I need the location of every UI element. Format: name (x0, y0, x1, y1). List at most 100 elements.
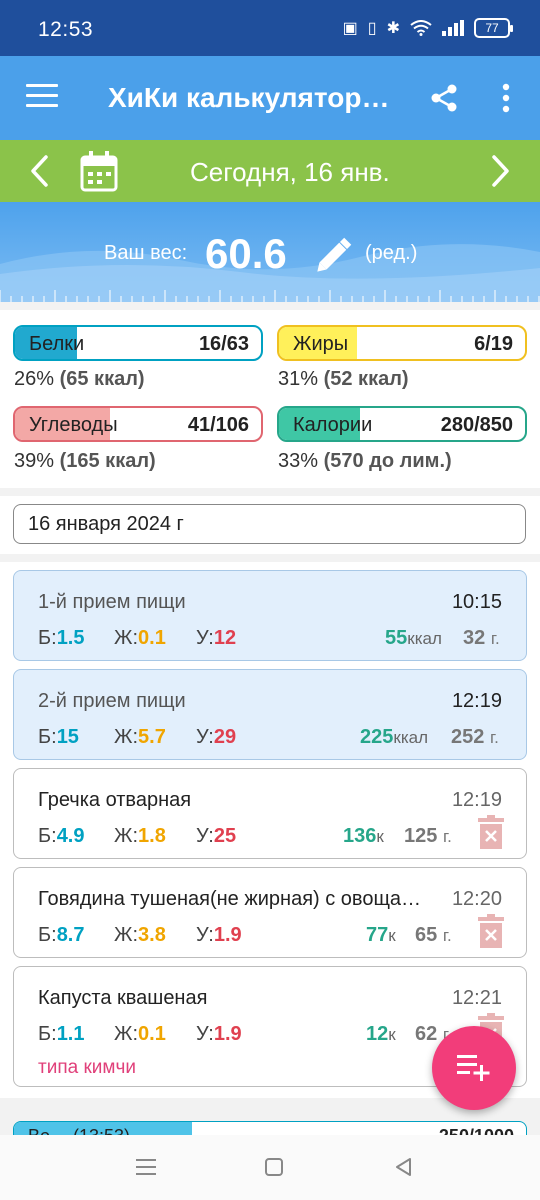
kcal-unit: к (388, 926, 396, 945)
fat-value: 0.1 (138, 1023, 166, 1045)
grams-value: 62 (415, 1023, 438, 1045)
grams-value: 65 (415, 924, 438, 946)
weight-value: 60.6 (205, 230, 287, 277)
entry-kcal: 12к (366, 1023, 396, 1046)
playlist-add-icon (457, 1055, 490, 1081)
nfc-icon: ▣ (342, 20, 358, 37)
battery-level: 77 (485, 21, 499, 35)
fat-label: Ж: (114, 726, 139, 748)
carbs-label: У: (196, 924, 214, 946)
next-day-icon[interactable] (482, 152, 518, 190)
calories-count: 280/850 (440, 414, 513, 436)
status-bar: 12:53 ▣ ▯ ✱ 77 (0, 0, 540, 56)
calories-progress[interactable]: Калории 280/850 (277, 406, 527, 442)
next-meal-label: Во… (13:53) (28, 1126, 130, 1135)
grams-unit: г. (489, 728, 499, 747)
fat-progress[interactable]: Жиры 6/19 (277, 325, 527, 361)
entry-time: 10:15 (451, 591, 502, 613)
menu-icon[interactable] (26, 84, 58, 110)
fat-value: 1.8 (138, 825, 166, 847)
entry-kcal: 225ккал (360, 726, 428, 749)
recent-apps-icon[interactable] (134, 1155, 158, 1179)
protein-value: 1.5 (56, 627, 85, 649)
protein-label: Б: (38, 825, 57, 847)
kcal-unit: к (376, 827, 384, 846)
calendar-icon[interactable] (80, 150, 118, 192)
vibrate-icon: ▯ (367, 20, 377, 37)
carbs-progress[interactable]: Углеводы 41/106 (13, 406, 263, 442)
status-time: 12:53 (38, 18, 94, 41)
previous-day-icon[interactable] (22, 152, 58, 190)
nutrition-summary: Белки 16/63 26% (65 ккал) Жиры 6/19 31% … (0, 310, 540, 488)
entry-kcal: 77к (366, 924, 396, 947)
kcal-value: 136 (343, 825, 377, 847)
entry-time: 12:21 (451, 987, 502, 1009)
delete-icon[interactable] (478, 815, 504, 849)
app-bar: ХиКи калькулятор… (0, 56, 540, 140)
entry-kcal: 136к (343, 825, 384, 848)
calories-sub: 33% (570 до лим.) (278, 450, 452, 473)
fat-percent: 31% (278, 368, 319, 390)
entry-grams: 65 г. (415, 924, 452, 947)
carbs-value: 1.9 (213, 924, 242, 946)
carbs-label: У: (196, 726, 214, 748)
entry-name: 1-й прием пищи (38, 591, 186, 613)
kcal-value: 77 (366, 924, 389, 946)
calories-percent: 33% (278, 450, 319, 472)
protein-label: Б: (38, 627, 57, 649)
entry-name: Говядина тушеная(не жирная) с овоща… (38, 888, 422, 910)
entry-grams: 32 г. (463, 627, 500, 650)
protein-label: Б: (38, 726, 57, 748)
bluetooth-icon: ✱ (386, 20, 400, 37)
pencil-icon[interactable] (314, 234, 356, 274)
protein-value: 1.1 (56, 1023, 85, 1045)
protein-progress[interactable]: Белки 16/63 (13, 325, 263, 361)
grams-unit: г. (490, 629, 500, 648)
fat-value: 3.8 (138, 924, 166, 946)
weight-banner: Ваш вес: 60.6 (ред.) (0, 202, 540, 302)
date-field-section: 16 января 2024 г (0, 496, 540, 554)
share-icon[interactable] (428, 82, 460, 114)
weight-label: Ваш вес: (104, 242, 188, 264)
next-meal-section[interactable]: Во… (13:53) 250/1000 (13, 1121, 527, 1135)
food-card[interactable]: Говядина тушеная(не жирная) с овоща… 12:… (13, 867, 527, 958)
entries-list: 1-й прием пищи 10:15 Б:1.5 Ж:0.1 У:12 55… (0, 562, 540, 1098)
kcal-unit: ккал (393, 728, 428, 747)
protein-value: 8.7 (56, 924, 85, 946)
back-icon[interactable] (392, 1155, 416, 1179)
date-field[interactable]: 16 января 2024 г (13, 504, 526, 544)
grams-value: 125 (404, 825, 438, 847)
carbs-kcal: (165 ккал) (59, 450, 156, 472)
fat-value: 0.1 (138, 627, 166, 649)
wifi-icon (410, 20, 432, 36)
carbs-value: 12 (213, 627, 237, 649)
home-icon[interactable] (262, 1155, 286, 1179)
weight-edit-link[interactable]: (ред.) (365, 242, 417, 265)
carbs-label: У: (196, 627, 214, 649)
signal-icon (442, 20, 464, 36)
battery-icon: 77 (474, 18, 513, 38)
current-date-label[interactable]: Сегодня, 16 янв. (190, 157, 390, 188)
protein-value: 15 (56, 726, 79, 748)
meal-card[interactable]: 1-й прием пищи 10:15 Б:1.5 Ж:0.1 У:12 55… (13, 570, 527, 661)
protein-value: 4.9 (56, 825, 85, 847)
protein-sub: 26% (65 ккал) (14, 368, 145, 391)
weight-ruler (0, 290, 540, 302)
entry-kcal: 55ккал (385, 627, 442, 650)
more-options-icon[interactable] (496, 82, 516, 114)
carbs-percent: 39% (14, 450, 55, 472)
add-food-button[interactable] (432, 1026, 516, 1110)
entry-time: 12:20 (451, 888, 502, 910)
protein-label: Б: (38, 924, 57, 946)
fat-label: Ж: (114, 627, 139, 649)
delete-icon[interactable] (478, 914, 504, 948)
food-card[interactable]: Гречка отварная 12:19 Б:4.9 Ж:1.8 У:25 1… (13, 768, 527, 859)
carbs-count: 41/106 (187, 414, 249, 436)
protein-label: Белки (29, 333, 85, 355)
entry-time: 12:19 (451, 789, 502, 811)
entry-grams: 125 г. (404, 825, 452, 848)
kcal-unit: к (388, 1025, 396, 1044)
meal-card[interactable]: 2-й прием пищи 12:19 Б:15 Ж:5.7 У:29 225… (13, 669, 527, 760)
carbs-value: 29 (213, 726, 237, 748)
carbs-label: Углеводы (29, 414, 118, 436)
